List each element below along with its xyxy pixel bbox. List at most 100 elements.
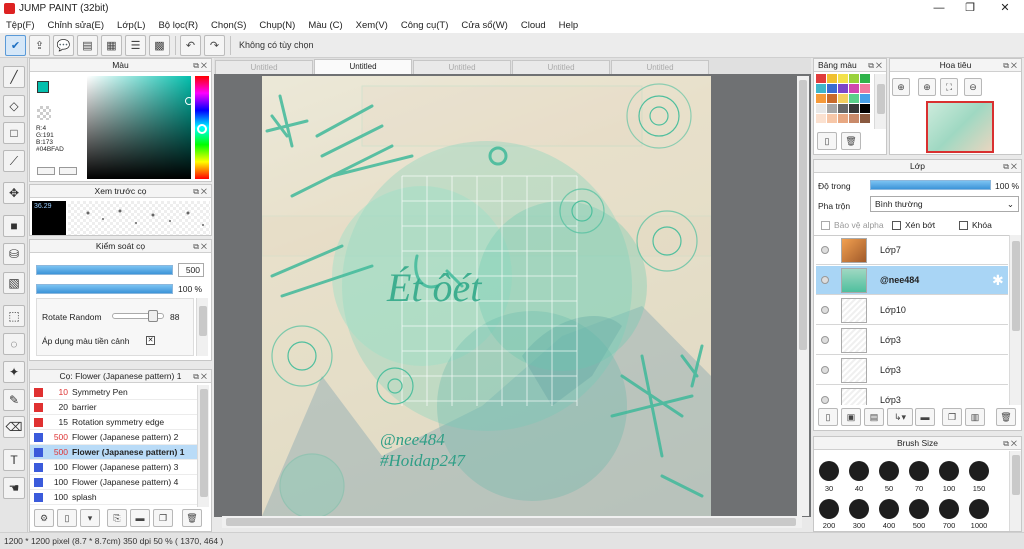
- color-option-button[interactable]: [37, 167, 55, 175]
- artwork-canvas[interactable]: Ét ôét @nee484 #Hoidap247: [262, 76, 711, 516]
- merge-layer-icon[interactable]: ▥: [965, 408, 985, 426]
- hue-handle[interactable]: [197, 124, 207, 134]
- menu-file[interactable]: Tệp(F): [6, 20, 35, 31]
- list-item-selected[interactable]: 500 Flower (Japanese pattern) 1: [30, 445, 197, 460]
- minimize-button[interactable]: —: [924, 0, 954, 17]
- layer-folder-icon[interactable]: ▬: [915, 408, 935, 426]
- eye-icon[interactable]: [821, 396, 829, 404]
- palette-swatch[interactable]: [849, 74, 859, 83]
- picker-handle[interactable]: [185, 97, 193, 105]
- palette-swatch[interactable]: [827, 94, 837, 103]
- palette-swatch[interactable]: [849, 114, 859, 123]
- close-button[interactable]: ✕: [990, 0, 1020, 17]
- brush-control-scrollbar[interactable]: [196, 298, 208, 356]
- layer-row[interactable]: Lớp10: [816, 296, 1008, 325]
- message-icon[interactable]: ▤: [77, 34, 98, 56]
- menu-select[interactable]: Chọn(S): [211, 20, 246, 31]
- list-item[interactable]: 100 Flower (Japanese pattern) 4: [30, 475, 197, 490]
- fit-view-icon[interactable]: ⛶: [940, 78, 958, 96]
- brush-size-preset[interactable]: [819, 461, 839, 481]
- brush-size-preset[interactable]: [939, 499, 959, 519]
- delete-swatch-icon[interactable]: 🗑: [841, 132, 861, 150]
- brush-size-input[interactable]: 500: [178, 263, 204, 277]
- redo-icon[interactable]: ↷: [204, 34, 225, 56]
- tab-untitled[interactable]: Untitled: [215, 60, 313, 74]
- layer-row[interactable]: Lớp3: [816, 356, 1008, 385]
- palette-swatch[interactable]: [838, 94, 848, 103]
- eye-icon[interactable]: [821, 276, 829, 284]
- check-icon[interactable]: ✔: [5, 34, 26, 56]
- list-item[interactable]: 15 Rotation symmetry edge: [30, 415, 197, 430]
- palette-swatch[interactable]: [860, 84, 870, 93]
- menu-cloud[interactable]: Cloud: [521, 20, 546, 31]
- list-icon[interactable]: ☰: [125, 34, 146, 56]
- rotate-slider-handle[interactable]: [148, 310, 158, 322]
- select-eraser-tool-icon[interactable]: ⌫: [3, 416, 25, 438]
- navigator-thumbnail[interactable]: [926, 101, 994, 153]
- list-item[interactable]: 10 Symmetry Pen: [30, 385, 197, 400]
- brush-delete-icon[interactable]: 🗑: [182, 509, 202, 527]
- tab-untitled[interactable]: Untitled: [413, 60, 511, 74]
- eye-icon[interactable]: [821, 246, 829, 254]
- new-swatch-icon[interactable]: ▯: [817, 132, 837, 150]
- clip-checkbox[interactable]: [892, 221, 901, 230]
- document-icon[interactable]: ▦: [101, 34, 122, 56]
- palette-swatch[interactable]: [860, 114, 870, 123]
- text-tool-icon[interactable]: T: [3, 449, 25, 471]
- list-item[interactable]: 100 Flower (Japanese pattern) 3: [30, 460, 197, 475]
- new-layer-icon[interactable]: ▯: [818, 408, 838, 426]
- eye-icon[interactable]: [821, 366, 829, 374]
- palette-swatch[interactable]: [816, 74, 826, 83]
- undo-icon[interactable]: ↶: [180, 34, 201, 56]
- menu-window[interactable]: Cửa sổ(W): [461, 20, 507, 31]
- color-option-button[interactable]: [59, 167, 77, 175]
- canvas-vertical-scrollbar[interactable]: [797, 76, 809, 516]
- new-raster-layer-icon[interactable]: ▣: [841, 408, 861, 426]
- layer-row[interactable]: Lớp7: [816, 236, 1008, 265]
- canvas-horizontal-scrollbar[interactable]: [222, 516, 802, 528]
- eye-icon[interactable]: [821, 306, 829, 314]
- palette-swatch[interactable]: [816, 94, 826, 103]
- menu-edit[interactable]: Chỉnh sửa(E): [48, 20, 105, 31]
- new-text-layer-icon[interactable]: ▤: [864, 408, 884, 426]
- foreground-color-swatch[interactable]: [37, 81, 49, 93]
- maximize-button[interactable]: ❐: [955, 0, 985, 17]
- lock-checkbox[interactable]: [959, 221, 968, 230]
- palette-swatch[interactable]: [860, 74, 870, 83]
- tab-untitled[interactable]: Untitled: [611, 60, 709, 74]
- palette-scrollbar[interactable]: [874, 74, 886, 129]
- zoom-out-icon[interactable]: ⊖: [964, 78, 982, 96]
- brush-duplicate-icon[interactable]: ❐: [153, 509, 173, 527]
- brush-folder-icon[interactable]: ▬: [130, 509, 150, 527]
- menu-color[interactable]: Màu (C): [308, 20, 342, 31]
- layer-row[interactable]: Lớp3: [816, 326, 1008, 355]
- menu-help[interactable]: Help: [559, 20, 579, 31]
- tab-untitled-active[interactable]: Untitled: [314, 59, 412, 74]
- eraser-tool-icon[interactable]: ◇: [3, 95, 25, 117]
- palette-swatch[interactable]: [849, 104, 859, 113]
- brush-size-preset[interactable]: [969, 461, 989, 481]
- comment-icon[interactable]: 💬: [53, 34, 74, 56]
- new-brush-icon[interactable]: ▯: [57, 509, 77, 527]
- duplicate-layer-icon[interactable]: ❐: [942, 408, 962, 426]
- rectangle-tool-icon[interactable]: □: [3, 122, 25, 144]
- magic-wand-tool-icon[interactable]: ✦: [3, 361, 25, 383]
- fill-rect-tool-icon[interactable]: ■: [3, 215, 25, 237]
- brush-size-preset[interactable]: [939, 461, 959, 481]
- apply-foreground-checkbox[interactable]: ✕: [146, 336, 155, 345]
- brush-size-preset[interactable]: [879, 461, 899, 481]
- delete-layer-icon[interactable]: 🗑: [996, 408, 1016, 426]
- brush-size-preset[interactable]: [819, 499, 839, 519]
- brush-size-preset[interactable]: [969, 499, 989, 519]
- grid-settings-icon[interactable]: ▩: [149, 34, 170, 56]
- palette-swatch[interactable]: [827, 74, 837, 83]
- palette-swatch[interactable]: [827, 114, 837, 123]
- brush-list-scrollbar[interactable]: [197, 385, 209, 507]
- palette-swatch[interactable]: [816, 84, 826, 93]
- tab-untitled[interactable]: Untitled: [512, 60, 610, 74]
- layer-opacity-slider[interactable]: [870, 180, 991, 190]
- palette-swatch[interactable]: [849, 84, 859, 93]
- brush-size-scrollbar[interactable]: [1009, 451, 1021, 531]
- layer-row-selected[interactable]: @nee484 ✱: [816, 266, 1008, 295]
- brush-size-preset[interactable]: [909, 499, 929, 519]
